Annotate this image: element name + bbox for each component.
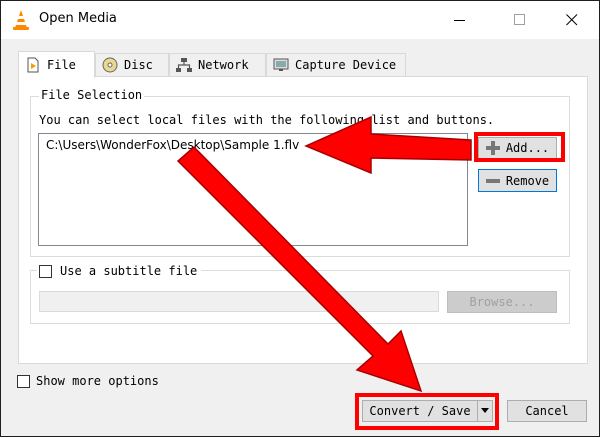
tab-network[interactable]: Network xyxy=(169,53,266,76)
cancel-button[interactable]: Cancel xyxy=(507,400,587,422)
file-selection-instructions: You can select local files with the foll… xyxy=(39,113,495,127)
show-more-options-checkbox[interactable] xyxy=(17,374,30,388)
minimize-icon xyxy=(454,20,465,21)
file-selection-title: File Selection xyxy=(39,88,145,102)
close-button[interactable] xyxy=(549,7,595,33)
window-title: Open Media xyxy=(39,11,117,26)
subtitle-checkbox-row: Use a subtitle file xyxy=(37,263,202,279)
tab-network-label: Network xyxy=(198,58,249,72)
tab-bar: File Disc Network Capture Device xyxy=(18,51,588,78)
tab-capture-device[interactable]: Capture Device xyxy=(266,53,406,76)
tab-file[interactable]: File xyxy=(18,51,95,78)
maximize-button[interactable] xyxy=(497,7,543,33)
browse-button[interactable]: Browse... xyxy=(447,291,557,313)
tab-file-label: File xyxy=(47,58,76,72)
file-list-item[interactable]: C:\Users\WonderFox\Desktop\Sample 1.flv xyxy=(46,138,299,152)
file-play-icon xyxy=(27,57,39,73)
tab-disc-label: Disc xyxy=(124,58,153,72)
disc-icon xyxy=(102,57,118,73)
minus-icon xyxy=(485,178,500,183)
minimize-button[interactable] xyxy=(437,7,483,33)
browse-button-label: Browse... xyxy=(469,295,535,309)
subtitle-path-field[interactable] xyxy=(39,291,439,312)
show-more-options-row: Show more options xyxy=(17,374,159,388)
cancel-button-label: Cancel xyxy=(525,404,569,418)
add-button-label: Add... xyxy=(505,141,550,155)
close-icon xyxy=(566,14,578,26)
remove-button-label: Remove xyxy=(505,173,550,188)
capture-device-icon xyxy=(273,58,289,71)
convert-save-dropdown[interactable] xyxy=(477,400,493,422)
maximize-icon xyxy=(514,14,525,25)
tab-capture-device-label: Capture Device xyxy=(295,58,397,72)
convert-save-button[interactable]: Convert / Save xyxy=(362,400,477,422)
remove-button[interactable]: Remove xyxy=(478,169,557,192)
convert-save-label: Convert / Save xyxy=(369,404,471,418)
network-icon xyxy=(176,58,192,72)
subtitle-checkbox[interactable] xyxy=(39,264,52,278)
subtitle-checkbox-label: Use a subtitle file xyxy=(60,264,198,278)
title-bar[interactable]: Open Media xyxy=(1,1,599,39)
file-list[interactable]: C:\Users\WonderFox\Desktop\Sample 1.flv xyxy=(38,133,468,246)
add-button[interactable]: Add... xyxy=(478,137,557,159)
open-media-dialog: Open Media File Disc Network Capture Dev… xyxy=(0,0,600,437)
tab-disc[interactable]: Disc xyxy=(95,53,169,76)
dropdown-arrow-icon xyxy=(481,408,489,413)
vlc-cone-icon xyxy=(13,10,29,30)
show-more-options-label: Show more options xyxy=(36,374,159,388)
plus-icon xyxy=(485,141,500,155)
